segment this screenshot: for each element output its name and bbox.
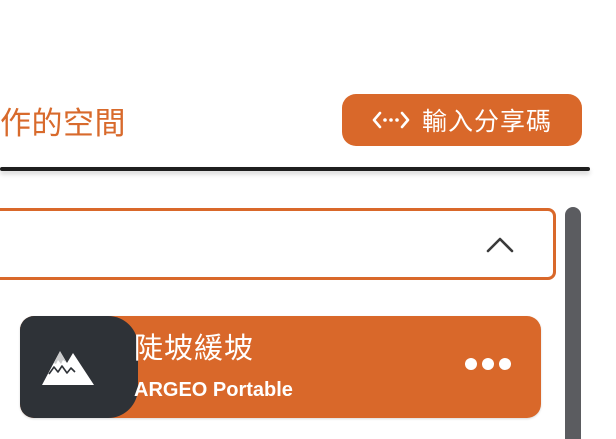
header-divider <box>0 167 590 171</box>
workspace-title: 陡坡緩坡 <box>134 331 255 365</box>
more-dot <box>482 358 494 370</box>
more-options-button[interactable] <box>465 358 511 370</box>
workspace-subtitle: ARGEO Portable <box>134 379 293 401</box>
more-dot <box>465 358 477 370</box>
enter-share-code-button[interactable]: 輸入分享碼 <box>342 94 582 146</box>
code-share-icon <box>372 109 410 131</box>
scrollbar-thumb[interactable] <box>565 207 581 439</box>
app-screen: 作的空間 輸入分享碼 陡坡緩坡 ARGEO Portable <box>0 0 616 439</box>
workspace-thumbnail <box>20 316 138 418</box>
more-dot <box>499 358 511 370</box>
chevron-up-icon[interactable] <box>485 235 515 255</box>
workspace-card[interactable]: 陡坡緩坡 ARGEO Portable <box>20 316 541 418</box>
workspace-dropdown[interactable] <box>0 208 556 280</box>
mountain-icon <box>42 351 94 385</box>
page-title: 作的空間 <box>0 106 126 142</box>
share-code-label: 輸入分享碼 <box>421 107 552 136</box>
